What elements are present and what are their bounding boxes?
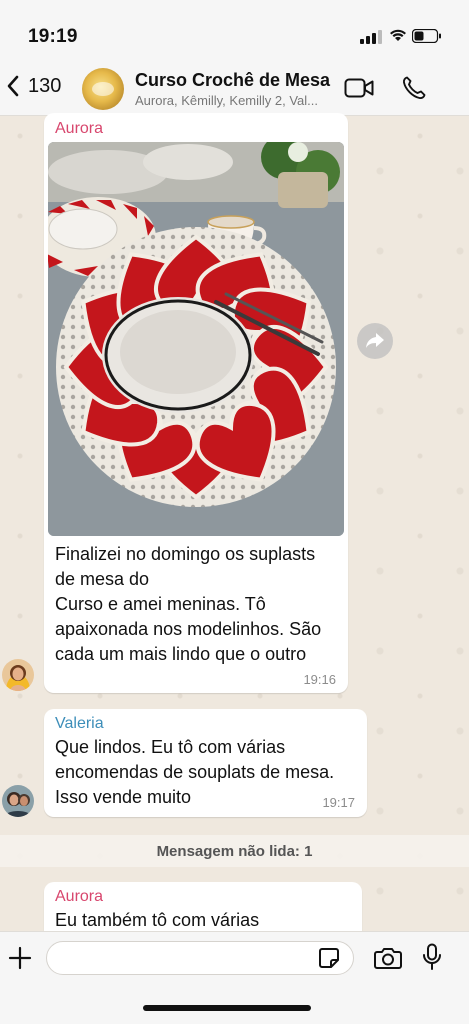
avatar-aurora[interactable] bbox=[2, 659, 34, 691]
message-photo[interactable] bbox=[48, 142, 344, 536]
unread-chats-count: 130 bbox=[28, 74, 62, 97]
message-sender: Aurora bbox=[55, 120, 104, 137]
avatar-photo bbox=[2, 785, 34, 817]
message-line: Eu também tô com várias bbox=[55, 910, 260, 930]
avatar-valeria[interactable] bbox=[2, 785, 34, 817]
phone-icon[interactable] bbox=[401, 75, 427, 101]
chevron-left-icon bbox=[7, 75, 19, 97]
message-line: Curso e amei meninas. Tô bbox=[55, 594, 266, 614]
signal-icon bbox=[360, 30, 382, 44]
chat-header: 130 Curso Crochê de Mesa Aurora, Kêmilly… bbox=[0, 62, 469, 116]
message-text: Eu também tô com várias bbox=[55, 908, 259, 933]
message-input[interactable] bbox=[46, 941, 354, 975]
home-indicator[interactable] bbox=[143, 1005, 311, 1011]
status-bar: 19:19 bbox=[0, 0, 469, 64]
message-line: Finalizei no domingo os suplasts bbox=[55, 544, 316, 564]
camera-icon[interactable] bbox=[374, 946, 402, 970]
group-members[interactable]: Aurora, Kêmilly, Kemilly 2, Val... bbox=[135, 93, 335, 108]
group-avatar[interactable] bbox=[82, 68, 124, 110]
message-time: 19:16 bbox=[303, 672, 336, 687]
unread-messages-divider: Mensagem não lida: 1 bbox=[0, 835, 469, 867]
crochet-placemat-image bbox=[48, 142, 344, 536]
message-line: de mesa do bbox=[55, 569, 150, 589]
message-bubble[interactable]: Valeria Que lindos. Eu tô com várias enc… bbox=[44, 709, 367, 817]
message-sender: Aurora bbox=[55, 888, 104, 905]
unread-label: Mensagem não lida: 1 bbox=[156, 842, 313, 860]
back-button[interactable]: 130 bbox=[6, 74, 61, 98]
forward-arrow-icon bbox=[366, 333, 384, 348]
message-line: Isso vende muito bbox=[55, 787, 192, 807]
group-title[interactable]: Curso Crochê de Mesa bbox=[135, 70, 330, 91]
message-line: encomendas de souplats de mesa. bbox=[55, 762, 335, 782]
message-line: Que lindos. Eu tô com várias bbox=[55, 737, 286, 757]
microphone-icon[interactable] bbox=[422, 943, 442, 971]
message-line: apaixonada nos modelinhos. São bbox=[55, 619, 322, 639]
forward-button[interactable] bbox=[357, 323, 393, 359]
message-text: Finalizei no domingo os suplasts de mesa… bbox=[55, 542, 321, 667]
message-text: Que lindos. Eu tô com várias encomendas … bbox=[55, 735, 334, 810]
message-sender: Valeria bbox=[55, 715, 104, 732]
video-camera-icon[interactable] bbox=[344, 77, 374, 99]
battery-icon bbox=[412, 29, 441, 43]
message-line: cada um mais lindo que o outro bbox=[55, 644, 307, 664]
avatar-photo bbox=[2, 659, 34, 691]
message-time: 19:17 bbox=[322, 795, 355, 810]
plus-icon[interactable] bbox=[8, 946, 32, 970]
sticker-icon[interactable] bbox=[318, 947, 340, 969]
status-time: 19:19 bbox=[28, 26, 78, 47]
wifi-icon bbox=[390, 29, 406, 41]
